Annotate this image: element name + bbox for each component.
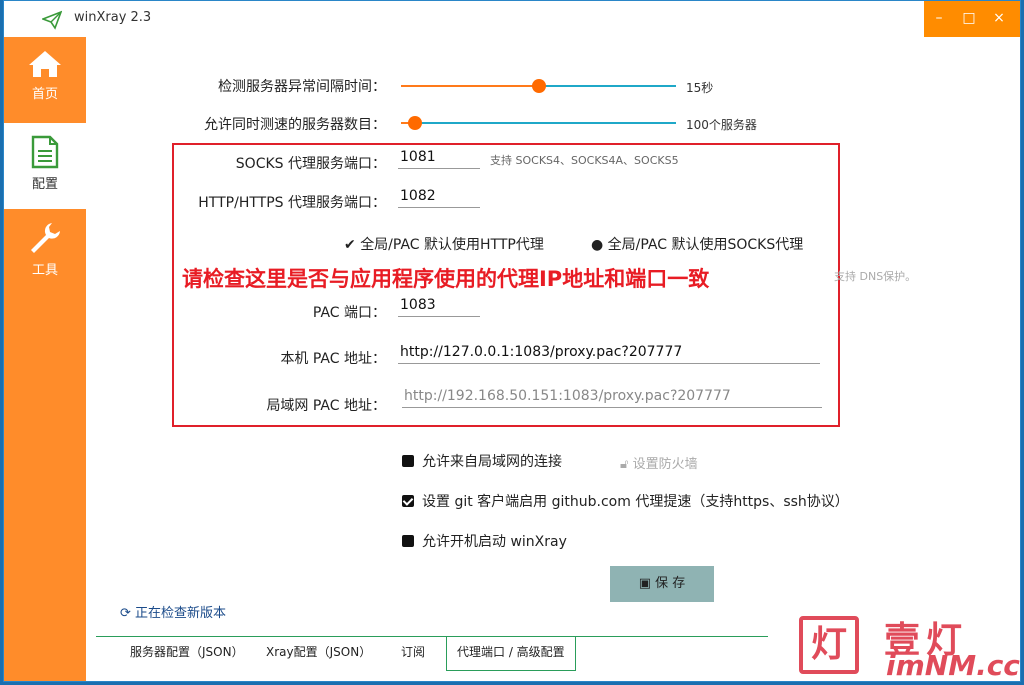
save-button[interactable]: ▣ 保 存 — [610, 566, 714, 602]
concurrent-tests-label: 允许同时测速的服务器数目： — [204, 117, 386, 133]
pac-port-input[interactable]: 1083 — [398, 295, 480, 317]
default-socks-radio[interactable]: ● 全局/PAC 默认使用SOCKS代理 — [591, 234, 803, 254]
git-proxy-checkbox[interactable]: 设置 git 客户端启用 github.com 代理提速（支持https、ssh… — [402, 491, 849, 511]
close-button[interactable]: × — [986, 6, 1012, 30]
save-label: 保 存 — [655, 576, 686, 591]
check-interval-label: 检测服务器异常间隔时间： — [218, 79, 386, 95]
socks-port-input[interactable]: 1081 — [398, 147, 480, 169]
socks-port-label: SOCKS 代理服务端口： — [235, 156, 386, 172]
autostart-checkbox[interactable]: 允许开机启动 winXray — [402, 531, 567, 551]
annotation-text: 请检查这里是否与应用程序使用的代理IP地址和端口一致 — [182, 267, 710, 291]
tab-proxy-ports[interactable]: 代理端口 / 高级配置 — [446, 637, 576, 671]
http-port-input[interactable]: 1082 — [398, 186, 480, 208]
check-interval-slider[interactable] — [401, 79, 676, 93]
checkbox-label: 允许来自局域网的连接 — [422, 454, 562, 470]
checkbox-label: 允许开机启动 winXray — [422, 534, 567, 550]
sidebar-item-config[interactable]: 配置 — [4, 123, 86, 209]
lan-pac-input[interactable]: http://192.168.50.151:1083/proxy.pac?207… — [402, 386, 822, 408]
check-circle-icon: ✔ — [344, 237, 356, 253]
tab-xray-config[interactable]: Xray配置（JSON） — [266, 637, 371, 671]
floppy-disk-icon: ▣ — [638, 576, 651, 591]
paper-plane-icon — [42, 10, 62, 30]
concurrent-tests-value: 100个服务器 — [686, 118, 757, 132]
sidebar-item-home[interactable]: 首页 — [4, 37, 86, 123]
sidebar-item-tools[interactable]: 工具 — [4, 209, 86, 295]
radio-label: 全局/PAC 默认使用SOCKS代理 — [607, 237, 804, 253]
check-interval-value: 15秒 — [686, 81, 714, 95]
update-label: 正在检查新版本 — [135, 606, 227, 621]
app-window: winXray 2.3 – □ × 首页 配置 工具 检测服务器异常间隔时间： … — [3, 0, 1021, 682]
update-status[interactable]: ⟳ 正在检查新版本 — [120, 602, 226, 621]
sidebar-item-label: 首页 — [31, 87, 58, 102]
local-pac-label: 本机 PAC 地址： — [280, 351, 386, 367]
slider-thumb[interactable] — [532, 79, 546, 93]
sidebar: 首页 配置 工具 — [4, 37, 86, 681]
http-port-label: HTTP/HTTPS 代理服务端口： — [198, 195, 386, 211]
checkbox-checked-icon — [402, 495, 414, 507]
bottom-tabs: 服务器配置（JSON） Xray配置（JSON） 订阅 代理端口 / 高级配置 — [96, 636, 768, 672]
tab-server-config[interactable]: 服务器配置（JSON） — [130, 637, 244, 671]
firewall-button[interactable]: 🔓︎ 设置防火墙 — [620, 453, 698, 472]
checkbox-label: 设置 git 客户端启用 github.com 代理提速（支持https、ssh… — [422, 494, 849, 510]
firewall-label: 设置防火墙 — [632, 457, 698, 472]
allow-lan-checkbox[interactable]: 允许来自局域网的连接 — [402, 451, 562, 471]
watermark-url: imNM.cc — [886, 649, 1020, 682]
window-title: winXray 2.3 — [74, 10, 152, 25]
slider-fill — [401, 85, 539, 87]
document-icon — [31, 135, 59, 169]
local-pac-input[interactable]: http://127.0.0.1:1083/proxy.pac?207777 — [398, 342, 820, 364]
lock-icon: 🔓︎ — [620, 457, 629, 472]
dns-hint: 支持 DNS保护。 — [834, 270, 917, 283]
tab-subscription[interactable]: 订阅 — [401, 637, 425, 671]
lan-pac-label: 局域网 PAC 地址： — [266, 398, 386, 414]
watermark-logo: 灯 壹灯 imNM.cc — [794, 611, 1020, 682]
config-panel: 检测服务器异常间隔时间： 15秒 允许同时测速的服务器数目： 100个服务器 S… — [86, 37, 1020, 681]
minimize-button[interactable]: – — [926, 6, 952, 30]
sidebar-item-label: 配置 — [31, 177, 58, 192]
maximize-button[interactable]: □ — [956, 6, 982, 30]
socks-port-hint: 支持 SOCKS4、SOCKS4A、SOCKS5 — [490, 154, 679, 167]
default-http-radio[interactable]: ✔ 全局/PAC 默认使用HTTP代理 — [344, 234, 544, 254]
wrench-icon — [31, 223, 60, 253]
refresh-icon: ⟳ — [120, 606, 131, 621]
checkbox-square-icon — [402, 455, 414, 467]
radio-label: 全局/PAC 默认使用HTTP代理 — [360, 237, 544, 253]
slider-thumb[interactable] — [408, 116, 422, 130]
home-icon — [29, 51, 61, 77]
checkbox-square-icon — [402, 535, 414, 547]
radio-dot-icon: ● — [591, 237, 604, 253]
title-bar: winXray 2.3 – □ × — [4, 1, 1020, 37]
watermark-badge: 灯 — [799, 616, 859, 674]
concurrent-tests-slider[interactable] — [401, 116, 676, 130]
pac-port-label: PAC 端口： — [312, 305, 386, 321]
sidebar-item-label: 工具 — [31, 263, 58, 278]
